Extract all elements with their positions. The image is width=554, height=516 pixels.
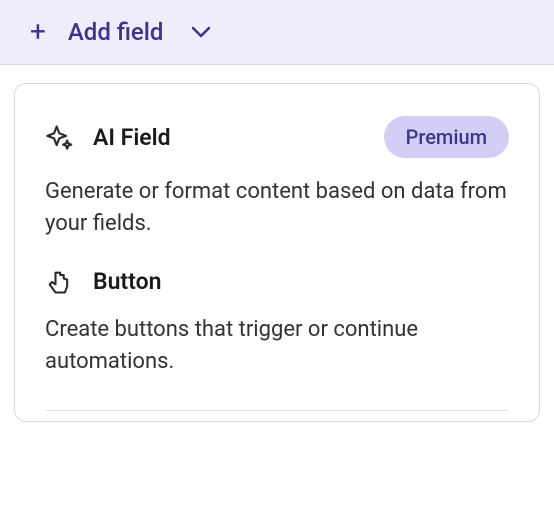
divider — [45, 410, 509, 411]
field-option-ai-field[interactable]: AI Field Premium Generate or format cont… — [45, 116, 509, 268]
field-option-title: AI Field — [93, 124, 364, 151]
field-option-header: Button — [45, 268, 509, 296]
field-option-title: Button — [93, 268, 509, 295]
chevron-down-icon — [191, 26, 211, 38]
pointer-icon — [45, 268, 73, 296]
field-option-header: AI Field Premium — [45, 116, 509, 158]
plus-icon: + — [30, 18, 46, 46]
field-option-description: Create buttons that trigger or continue … — [45, 314, 509, 378]
field-option-button[interactable]: Button Create buttons that trigger or co… — [45, 268, 509, 406]
field-option-description: Generate or format content based on data… — [45, 176, 509, 240]
sparkle-icon — [45, 123, 73, 151]
premium-badge: Premium — [384, 116, 509, 158]
add-field-label: Add field — [68, 18, 163, 46]
add-field-header[interactable]: + Add field — [0, 0, 554, 65]
field-type-dropdown: AI Field Premium Generate or format cont… — [14, 83, 540, 422]
